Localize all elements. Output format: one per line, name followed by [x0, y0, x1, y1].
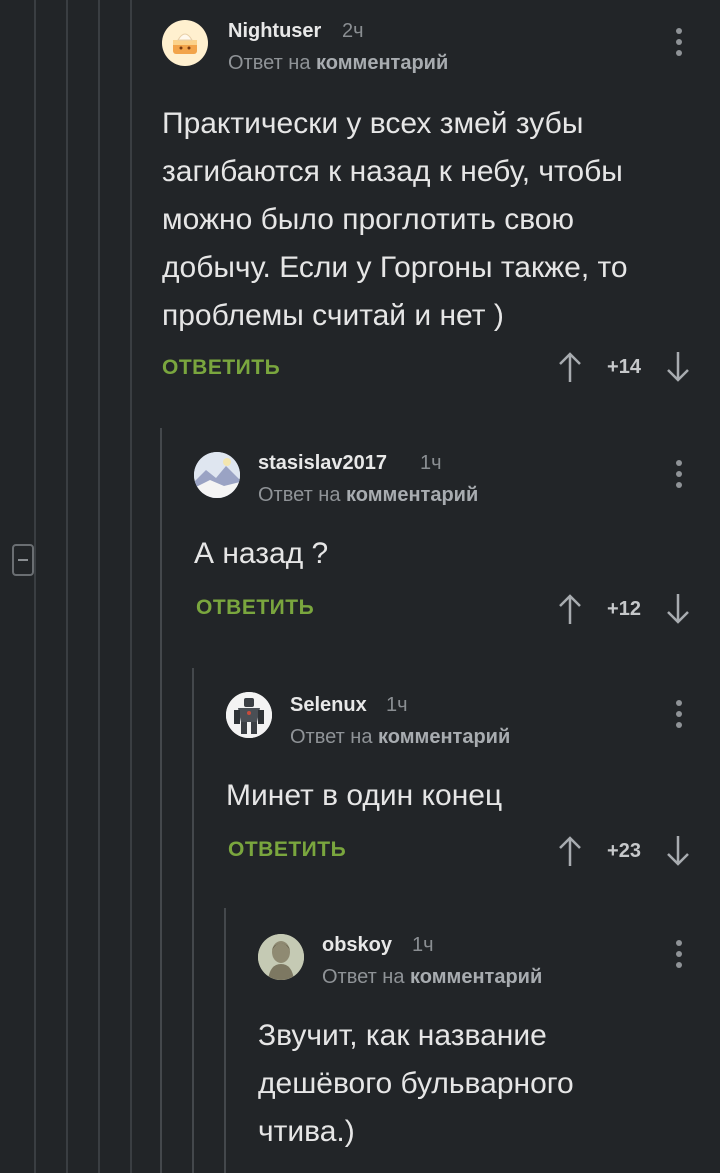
reply-nesting-line [160, 428, 162, 1173]
arrow-up-icon[interactable] [558, 350, 582, 384]
thread-guide-line [66, 0, 68, 1173]
arrow-up-icon[interactable] [558, 834, 582, 868]
comment-time: 2ч [342, 20, 364, 42]
comment-text: Практически у всех змей зубы загибаются … [162, 107, 628, 332]
reply-to-line[interactable]: Ответ на комментарий [258, 484, 478, 507]
comment-menu-icon[interactable] [674, 28, 684, 62]
reply-to-line[interactable]: Ответ на комментарий [228, 52, 448, 75]
reply-to-line[interactable]: Ответ на комментарий [322, 966, 542, 989]
thread-guide-line [98, 0, 100, 1173]
username[interactable]: Selenux [290, 694, 367, 717]
comment-time: 1ч [420, 452, 442, 474]
comment-score: +12 [607, 598, 641, 620]
reply-target-link[interactable]: комментарий [346, 484, 478, 506]
reply-nesting-line [192, 668, 194, 1173]
comment-text: Минет в один конец [226, 779, 503, 812]
arrow-up-icon[interactable] [558, 592, 582, 626]
reply-target-link[interactable]: комментарий [410, 966, 542, 988]
reply-target-link[interactable]: комментарий [316, 52, 448, 74]
comment-menu-icon[interactable] [674, 460, 684, 494]
reply-prefix: Ответ на [258, 484, 341, 506]
reply-button[interactable]: ОТВЕТИТЬ [196, 596, 314, 620]
collapse-thread-button[interactable] [12, 544, 34, 576]
comment-menu-icon[interactable] [674, 940, 684, 974]
username[interactable]: obskoy [322, 934, 392, 957]
statue-avatar[interactable] [258, 934, 304, 980]
reply-target-link[interactable]: комментарий [378, 726, 510, 748]
reply-prefix: Ответ на [322, 966, 405, 988]
arrow-down-icon[interactable] [666, 834, 690, 868]
comment-text: Звучит, как название дешёвого бульварног… [258, 1019, 574, 1148]
arrow-down-icon[interactable] [666, 350, 690, 384]
landscape-avatar[interactable] [194, 452, 240, 498]
arrow-down-icon[interactable] [666, 592, 690, 626]
comment-score: +23 [607, 840, 641, 862]
username[interactable]: Nightuser [228, 20, 321, 43]
reply-to-line[interactable]: Ответ на комментарий [290, 726, 510, 749]
comment-score: +14 [607, 356, 641, 378]
reply-prefix: Ответ на [228, 52, 311, 74]
username[interactable]: stasislav2017 [258, 452, 387, 475]
thread-guide-line [34, 0, 36, 1173]
robot-avatar[interactable] [226, 692, 272, 738]
reply-prefix: Ответ на [290, 726, 373, 748]
comment-menu-icon[interactable] [674, 700, 684, 734]
reply-nesting-line [224, 908, 226, 1173]
cake-avatar[interactable] [162, 20, 208, 66]
reply-button[interactable]: ОТВЕТИТЬ [162, 356, 280, 380]
comment-time: 1ч [386, 694, 408, 716]
comment-time: 1ч [412, 934, 434, 956]
thread-guide-line [130, 0, 132, 1173]
reply-button[interactable]: ОТВЕТИТЬ [228, 838, 346, 862]
comment-text: А назад ? [194, 537, 329, 570]
